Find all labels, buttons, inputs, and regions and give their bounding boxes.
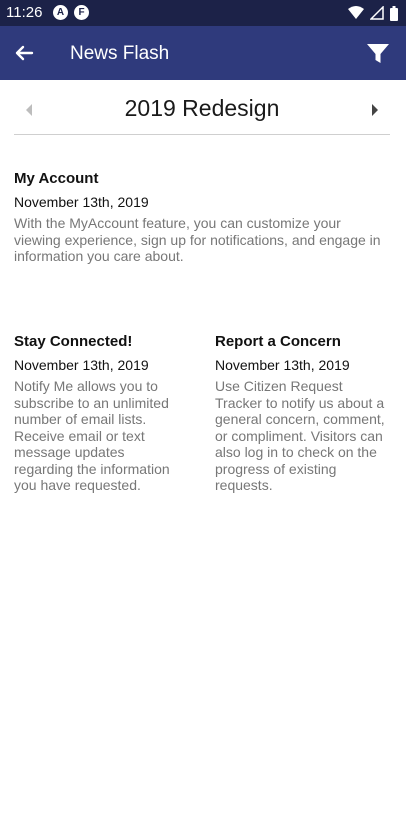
- news-item-summary: Use Citizen Request Tracker to notify us…: [215, 378, 385, 493]
- chevron-right-icon: [372, 104, 378, 116]
- news-item-summary: With the MyAccount feature, you can cust…: [14, 215, 381, 264]
- category-title: 2019 Redesign: [124, 95, 280, 121]
- wifi-icon: [348, 6, 364, 19]
- signal-icon: [370, 6, 384, 20]
- battery-icon: [390, 5, 398, 21]
- news-item-title[interactable]: My Account: [14, 170, 390, 187]
- news-item-my-account[interactable]: My Account November 13th, 2019 With the …: [14, 170, 390, 265]
- status-bar: 11:26 A F: [0, 0, 406, 26]
- status-icons: [348, 5, 398, 21]
- news-item-title[interactable]: Report a Concern: [215, 333, 387, 350]
- news-item-stay-connected[interactable]: Stay Connected! November 13th, 2019 Noti…: [14, 333, 186, 494]
- page-title: News Flash: [70, 43, 170, 64]
- app-bar: News Flash: [0, 26, 406, 80]
- news-item-summary: Notify Me allows you to subscribe to an …: [14, 378, 170, 493]
- news-item-title[interactable]: Stay Connected!: [14, 333, 186, 350]
- news-item-date: November 13th, 2019: [14, 194, 149, 210]
- category-pager: 2019 Redesign: [14, 88, 390, 135]
- news-item-report-a-concern[interactable]: Report a Concern November 13th, 2019 Use…: [215, 333, 387, 494]
- news-item-date: November 13th, 2019: [215, 357, 350, 373]
- filter-icon: [367, 44, 389, 63]
- app-notification-icon: A: [53, 5, 68, 20]
- next-category-button[interactable]: [368, 100, 382, 120]
- status-time: 11:26: [6, 4, 43, 21]
- app-notification-icon: F: [74, 5, 89, 20]
- news-item-date: November 13th, 2019: [14, 357, 149, 373]
- back-button[interactable]: [10, 39, 38, 67]
- filter-button[interactable]: [364, 39, 392, 67]
- arrow-back-icon: [15, 45, 34, 61]
